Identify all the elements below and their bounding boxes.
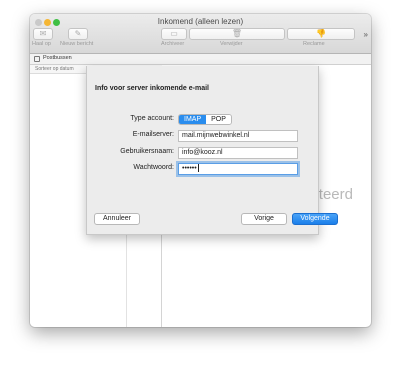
text-caret: [197, 164, 199, 173]
envelope-icon: ✉: [39, 29, 47, 38]
new-message-label: Nieuw bericht: [60, 41, 94, 47]
junk-label: Reclame: [303, 41, 325, 47]
archive-button[interactable]: ▭: [161, 28, 187, 40]
thumbs-down-icon: 👎: [316, 29, 326, 38]
junk-button[interactable]: 👎: [287, 28, 355, 40]
back-button[interactable]: Vorige: [241, 213, 287, 225]
archive-label: Archiveer: [161, 41, 185, 47]
mailserver-label: E-mailserver:: [132, 131, 174, 138]
new-message-button[interactable]: ✎: [68, 28, 88, 40]
archive-icon: ▭: [170, 29, 178, 38]
favorites-bar: Postbussen: [30, 54, 371, 65]
password-label: Wachtwoord:: [133, 164, 174, 171]
toolbar-overflow-icon[interactable]: »: [364, 30, 368, 39]
dialog-title: Info voor server inkomende e-mail: [95, 85, 209, 92]
password-dots: ••••••: [182, 165, 197, 172]
account-type-label: Type account:: [130, 115, 174, 122]
account-type-selector[interactable]: IMAP POP: [178, 114, 232, 125]
titlebar: Inkomend (alleen lezen) ✉ ✎ ▭ 🗑 👎 » Haal…: [30, 14, 371, 54]
account-type-pop[interactable]: POP: [206, 115, 231, 124]
sidebar-toggle-icon[interactable]: [34, 56, 40, 62]
window-title: Inkomend (alleen lezen): [157, 17, 244, 26]
get-mail-button[interactable]: ✉: [33, 28, 53, 40]
mail-window: Inkomend (alleen lezen) ✉ ✎ ▭ 🗑 👎 » Haal…: [30, 14, 371, 327]
mailserver-field[interactable]: mail.mijnwebwinkel.nl: [178, 130, 298, 142]
get-mail-label: Haal op: [32, 41, 51, 47]
account-type-imap[interactable]: IMAP: [179, 115, 207, 124]
incoming-server-dialog: Info voor server inkomende e-mail Type a…: [86, 66, 338, 235]
compose-icon: ✎: [74, 29, 82, 38]
password-field[interactable]: ••••••: [178, 163, 298, 175]
username-field[interactable]: info@kooz.nl: [178, 147, 298, 159]
next-button[interactable]: Volgende: [292, 213, 338, 225]
username-label: Gebruikersnaam:: [120, 148, 174, 155]
delete-label: Verwijder: [220, 41, 243, 47]
mailboxes-button[interactable]: Postbussen: [43, 55, 72, 61]
delete-button[interactable]: 🗑: [189, 28, 285, 40]
trash-icon: 🗑: [231, 29, 243, 38]
cancel-button[interactable]: Annuleer: [94, 213, 140, 225]
